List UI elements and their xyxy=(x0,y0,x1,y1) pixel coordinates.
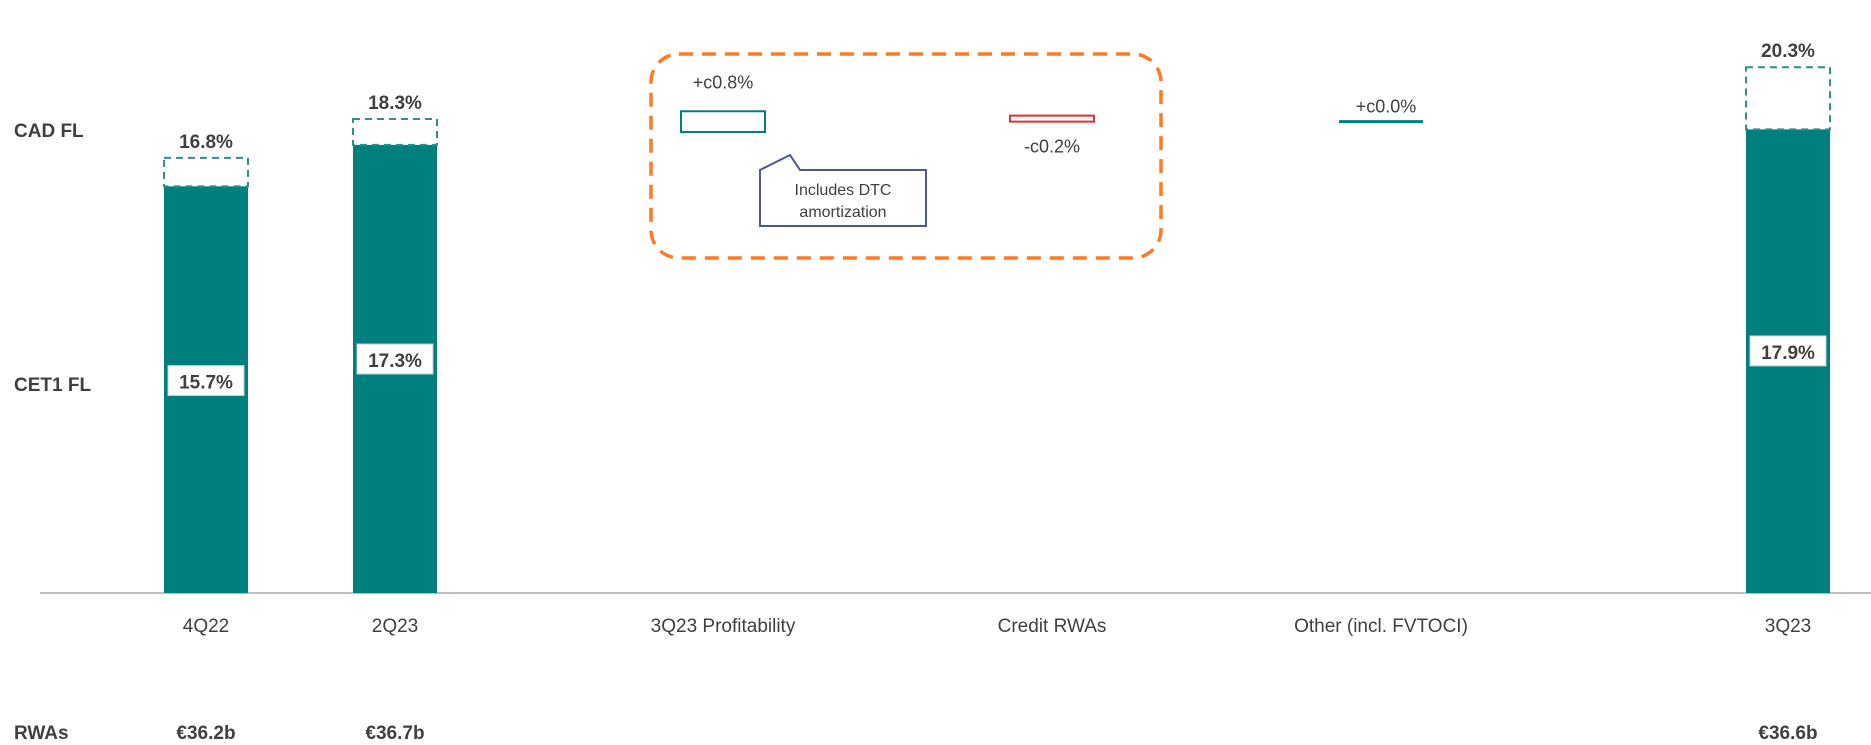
delta-marker xyxy=(1009,114,1095,123)
cad-increment-bar xyxy=(1745,66,1831,131)
category-label: 3Q23 xyxy=(1765,616,1811,637)
delta-label: +c0.0% xyxy=(1356,97,1417,117)
cet1-value-label: 15.7% xyxy=(179,373,233,394)
category-label: Credit RWAs xyxy=(998,616,1107,637)
category-label: 2Q23 xyxy=(372,616,418,637)
chart-marks: 4Q22 €36.2b 15.7% 16.8% 2Q23 €36.7b 17.3% 18.3%… xyxy=(163,41,1831,744)
cad-value-label: 18.3% xyxy=(368,93,422,114)
cad-value-label: 20.3% xyxy=(1761,41,1815,62)
delta-label: +c0.8% xyxy=(693,72,754,92)
cad-value-label: 16.8% xyxy=(179,132,233,153)
cet1-value-label: 17.3% xyxy=(368,351,422,372)
delta-marker xyxy=(680,110,766,133)
row-label-cad: CAD FL xyxy=(14,121,84,142)
cad-increment-bar xyxy=(163,156,249,188)
callout-text-line-2: amortization xyxy=(799,204,886,221)
cad-increment-bar xyxy=(352,118,438,146)
rwa-value: €36.7b xyxy=(365,723,424,744)
rwa-value: €36.2b xyxy=(176,723,235,744)
callout-text-line-1: Includes DTC xyxy=(795,182,892,199)
category-label: Other (incl. FVTOCI) xyxy=(1294,616,1468,637)
category-label: 3Q23 Profitability xyxy=(651,616,796,637)
capital-bridge-chart: CAD FL CET1 FL RWAs Includes DTC amortiz… xyxy=(14,41,1871,744)
cet1-value-label: 17.9% xyxy=(1761,343,1815,364)
rwa-value: €36.6b xyxy=(1758,723,1817,744)
row-label-cet1: CET1 FL xyxy=(14,375,91,396)
category-label: 4Q22 xyxy=(183,616,229,637)
row-label-rwas: RWAs xyxy=(14,723,69,744)
delta-label: -c0.2% xyxy=(1024,137,1080,157)
